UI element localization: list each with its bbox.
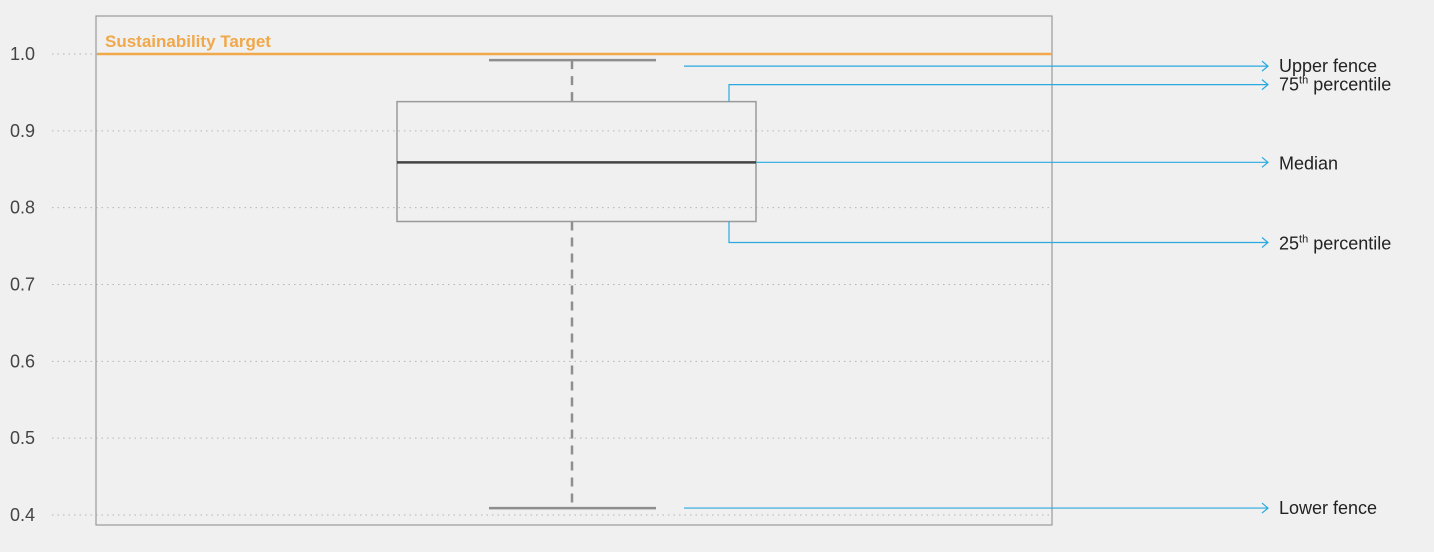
sustainability-target-label: Sustainability Target (105, 32, 271, 51)
y-tick-label: 0.8 (10, 198, 35, 218)
q3-callout-line (728, 84, 1268, 102)
annotations: Upper fence75th percentile Median 25th per… (684, 56, 1391, 518)
grid-lines (52, 53, 1052, 516)
y-tick-label: 0.7 (10, 275, 35, 295)
sustainability-target: Sustainability Target (97, 32, 1052, 56)
y-tick-label: 0.5 (10, 428, 35, 448)
y-tick-label: 0.9 (10, 121, 35, 141)
median-label: Median (1279, 153, 1338, 173)
upper-label: Upper fence (1279, 56, 1377, 76)
y-axis-ticks: 1.0 0.9 0.8 0.7 0.6 0.5 0.4 (10, 44, 35, 525)
plot-frame (95, 15, 1053, 526)
y-tick-label: 0.6 (10, 351, 35, 371)
lower-label: Lower fence (1279, 498, 1377, 518)
q3-label: 75th percentile (1279, 75, 1391, 95)
y-tick-label: 0.4 (10, 505, 35, 525)
q1-callout-line (728, 221, 1268, 244)
y-tick-label: 1.0 (10, 44, 35, 64)
q1-label: 25th percentile (1279, 233, 1391, 253)
box-plot-chart: 1.0 0.9 0.8 0.7 0.6 0.5 0.4 Sustainability Tar… (10, 15, 1391, 526)
